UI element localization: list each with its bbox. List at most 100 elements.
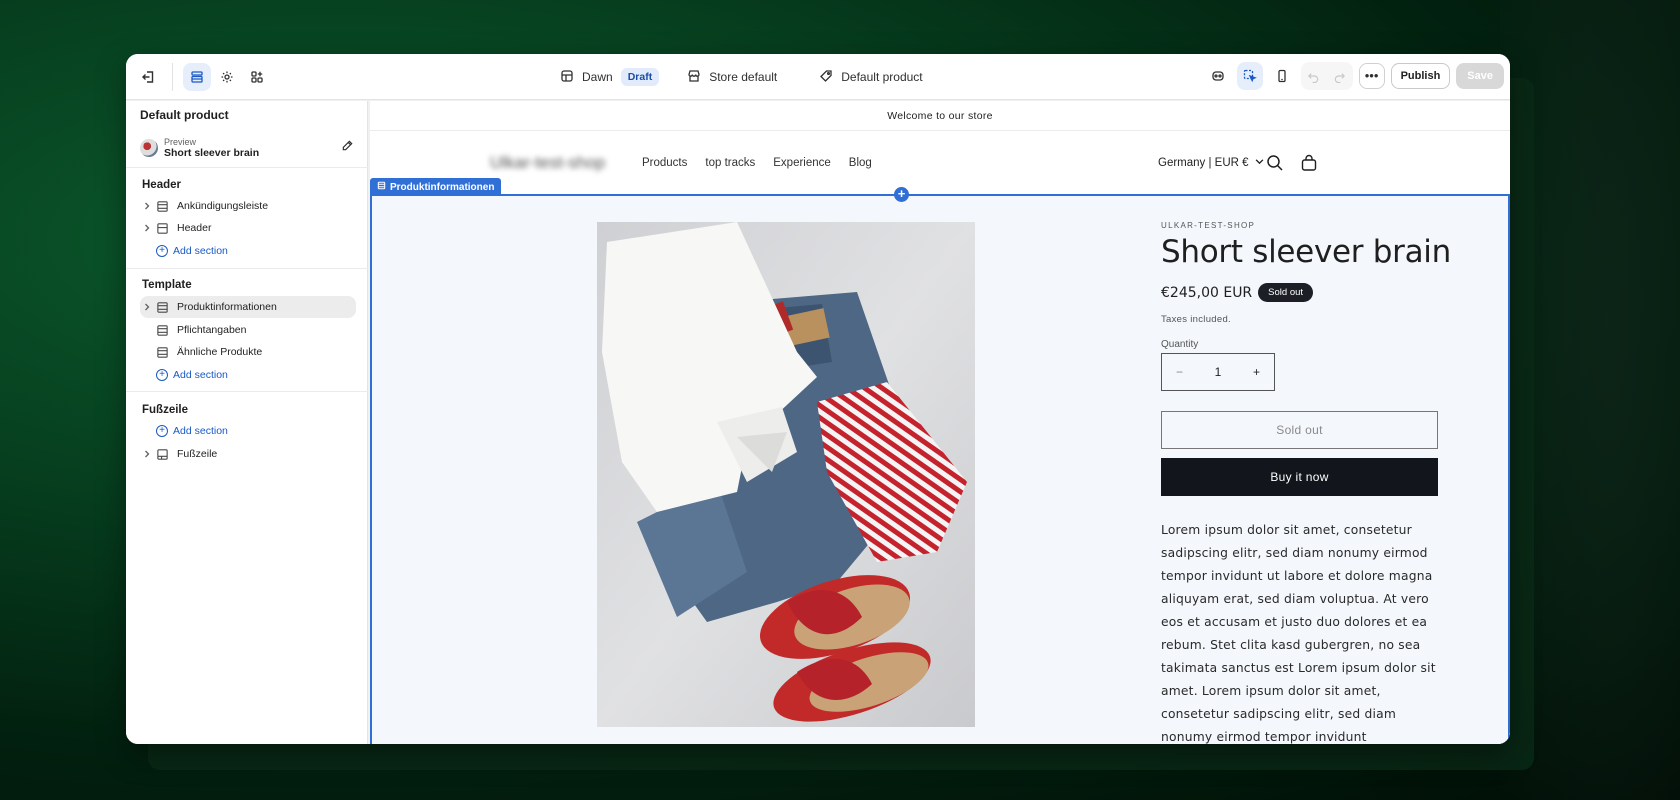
product-title: Short sleever brain [1161, 234, 1451, 270]
plus-circle-icon: + [156, 425, 168, 437]
topbar-context: Dawn Draft Store default Default product [560, 54, 923, 100]
quantity-stepper: − 1 + [1161, 353, 1275, 391]
quantity-value[interactable]: 1 [1215, 365, 1222, 379]
chevron-right-icon[interactable] [140, 450, 154, 458]
sidebar-item-label: Produktinformationen [177, 301, 277, 313]
publish-button[interactable]: Publish [1390, 63, 1451, 89]
topbar-separator [172, 63, 173, 91]
edit-pencil-icon[interactable] [341, 139, 354, 157]
editor-topbar: Dawn Draft Store default Default product [126, 54, 1510, 100]
chevron-down-icon [1255, 157, 1264, 169]
section-layout-icon [156, 346, 172, 359]
insert-section-plus-icon[interactable]: + [894, 187, 909, 202]
sidebar-item-produktinformationen[interactable]: Produktinformationen [140, 296, 356, 318]
template-selector[interactable]: Default product [819, 69, 923, 86]
add-section-label: Add section [173, 245, 228, 257]
preview-product-selector[interactable]: Preview Short sleever brain [140, 137, 354, 159]
redo-icon[interactable] [1327, 62, 1353, 90]
sidebar-title: Default product [140, 108, 229, 122]
store-context-label: Store default [709, 70, 778, 84]
product-image[interactable] [597, 222, 975, 727]
section-layout-icon [377, 181, 386, 193]
section-layout-icon [156, 324, 172, 337]
localization-selector[interactable]: Germany | EUR € [1158, 157, 1264, 169]
plus-circle-icon: + [156, 369, 168, 381]
save-button[interactable]: Save [1456, 63, 1504, 89]
undo-icon[interactable] [1301, 62, 1327, 90]
chevron-right-icon[interactable] [140, 303, 154, 311]
cart-icon[interactable] [1300, 154, 1318, 177]
section-layout-icon [156, 448, 172, 461]
add-section-label: Add section [173, 425, 228, 437]
add-section-label: Add section [173, 369, 228, 381]
group-title-header: Header [142, 179, 181, 191]
theme-name: Dawn [582, 70, 613, 84]
sections-icon[interactable] [183, 63, 211, 91]
nav-link-top-tracks[interactable]: top tracks [705, 157, 755, 169]
buy-it-now-button[interactable]: Buy it now [1161, 458, 1438, 496]
localization-label: Germany | EUR € [1158, 157, 1249, 169]
preview-product-name: Short sleever brain [164, 147, 260, 159]
nav-link-products[interactable]: Products [642, 157, 687, 169]
preview-label: Preview [164, 137, 197, 147]
settings-gear-icon[interactable] [213, 63, 241, 91]
sidebar-item-label: Pflichtangaben [177, 324, 247, 336]
theme-editor-window: Dawn Draft Store default Default product [126, 54, 1510, 744]
add-section-template-button[interactable]: + Add section [156, 364, 228, 386]
chevron-right-icon[interactable] [140, 202, 154, 210]
store-context-selector[interactable]: Store default [687, 69, 777, 86]
sold-out-button[interactable]: Sold out [1161, 411, 1438, 449]
section-tag-label: Produktinformationen [390, 181, 495, 193]
announcement-bar: Welcome to our store [370, 101, 1510, 131]
quantity-label: Quantity [1161, 339, 1199, 350]
sidebar-item-label: Fußzeile [177, 448, 218, 460]
product-vendor: ULKAR-TEST-SHOP [1161, 221, 1256, 230]
product-description: Lorem ipsum dolor sit amet, consetetur s… [1161, 523, 1436, 744]
section-layout-icon [156, 200, 172, 213]
add-section-header-button[interactable]: + Add section [156, 240, 228, 262]
plus-icon[interactable]: + [1253, 365, 1260, 379]
section-layout-icon [156, 301, 172, 314]
template-label: Default product [841, 70, 923, 84]
nav-link-experience[interactable]: Experience [773, 157, 831, 169]
chevron-right-icon[interactable] [140, 224, 154, 232]
topbar-right-tools: ••• Publish Save [1205, 62, 1504, 90]
theme-icon [560, 69, 574, 86]
theme-selector[interactable]: Dawn Draft [560, 68, 660, 86]
tag-icon [819, 69, 833, 86]
sidebar-item-pflichtangaben[interactable]: Pflichtangaben [140, 319, 356, 341]
sidebar-item-aehnliche-produkte[interactable]: Ähnliche Produkte [140, 341, 356, 363]
plus-circle-icon: + [156, 245, 168, 257]
preview-product-avatar [140, 139, 158, 157]
select-element-icon[interactable] [1236, 62, 1263, 90]
group-title-template: Template [142, 279, 192, 291]
group-title-footer: Fußzeile [142, 404, 189, 416]
sections-sidebar: Default product Preview Short sleever br… [126, 101, 368, 744]
sidebar-divider [126, 391, 368, 392]
sidebar-item-label: Header [177, 222, 212, 234]
more-actions-button[interactable]: ••• [1358, 63, 1385, 89]
sidebar-divider [126, 268, 368, 269]
section-label-tag[interactable]: Produktinformationen [370, 178, 502, 196]
product-price: €245,00 EUR [1161, 284, 1253, 301]
add-section-footer-button[interactable]: + Add section [156, 420, 228, 442]
store-logo[interactable]: Ulkar-test-shop [490, 153, 605, 173]
mobile-view-icon[interactable] [1269, 62, 1295, 90]
history-controls [1300, 62, 1353, 90]
exit-icon[interactable] [134, 63, 162, 91]
minus-icon[interactable]: − [1176, 365, 1183, 379]
sidebar-item-ankuendigungsleiste[interactable]: Ankündigungsleiste [140, 195, 356, 217]
sidebar-item-label: Ähnliche Produkte [177, 346, 263, 358]
sidebar-item-fusszeile[interactable]: Fußzeile [140, 443, 356, 465]
nav-link-blog[interactable]: Blog [849, 157, 872, 169]
store-header: Ulkar-test-shop Products top tracks Expe… [370, 132, 1510, 194]
topbar-left-tools [134, 63, 271, 91]
sidebar-item-header[interactable]: Header [140, 217, 356, 239]
search-icon[interactable] [1266, 154, 1284, 177]
store-nav: Products top tracks Experience Blog [642, 157, 872, 169]
apps-icon[interactable] [243, 63, 271, 91]
section-layout-icon [156, 222, 172, 235]
storefront-preview: Welcome to our store Ulkar-test-shop Pro… [370, 101, 1510, 744]
status-badge: Sold out [1258, 283, 1314, 302]
inspector-icon[interactable] [1205, 62, 1231, 90]
